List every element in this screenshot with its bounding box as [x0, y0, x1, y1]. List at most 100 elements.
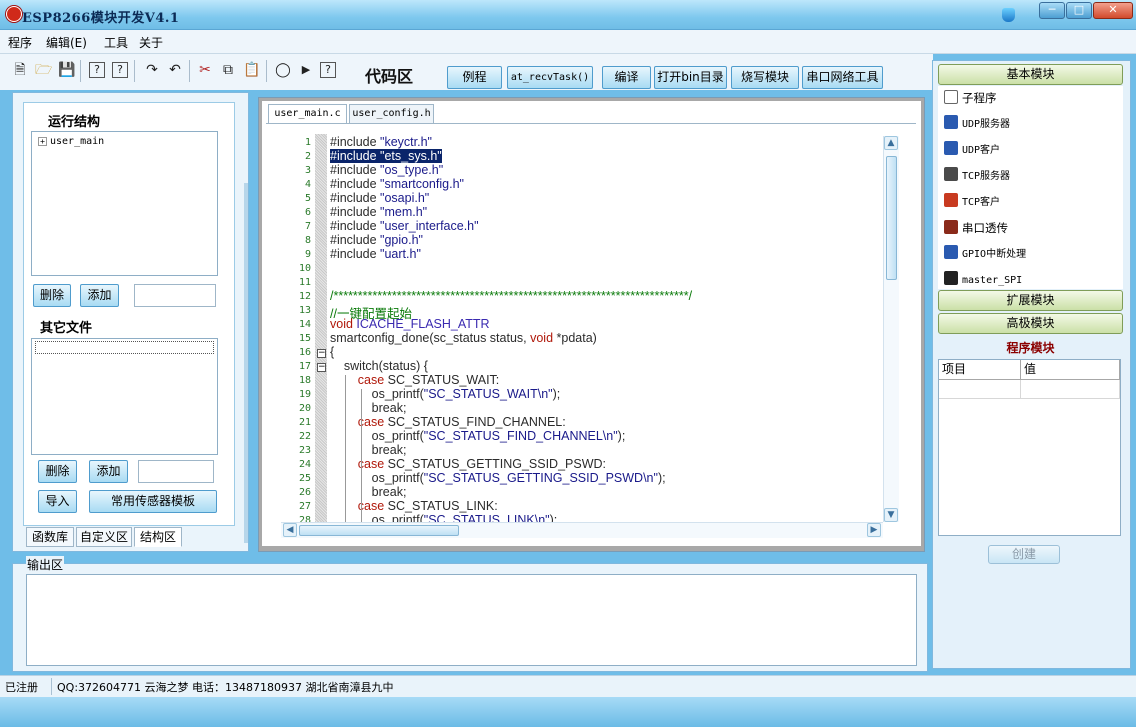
tab-structure-area[interactable]: 结构区 [134, 527, 182, 547]
sensor-template-button[interactable]: 常用传感器模板 [89, 490, 217, 513]
output-textbox[interactable] [26, 574, 917, 666]
line-number: 7 [304, 221, 311, 232]
module-item[interactable]: 串口透传 [944, 219, 1008, 237]
tab-user-main-c[interactable]: user_main.c [268, 104, 347, 124]
module-item[interactable]: UDP服务器 [944, 115, 1010, 133]
scroll-up-arrow-icon[interactable]: ▲ [884, 136, 898, 150]
fold-toggle-icon[interactable]: − [317, 363, 326, 372]
advanced-modules-header[interactable]: 高极模块 [938, 313, 1123, 334]
grid-header-item[interactable]: 项目 [939, 360, 1021, 380]
document-icon [944, 90, 958, 104]
code-line: switch(status) { [330, 359, 428, 373]
delete-structure-button[interactable]: 删除 [33, 284, 71, 307]
module-item[interactable]: 子程序 [944, 89, 997, 107]
menu-program[interactable]: 程序 [8, 34, 32, 51]
editor-horizontal-scrollbar[interactable]: ◀ ▶ [281, 522, 883, 538]
output-label: 输出区 [26, 556, 65, 573]
tree-item-user-main[interactable]: + user_main [38, 136, 104, 147]
fold-toggle-icon[interactable]: − [317, 349, 326, 358]
code-line: #include "os_type.h" [330, 163, 444, 177]
code-line: #include "user_interface.h" [330, 219, 479, 233]
code-line: #include "gpio.h" [330, 233, 423, 247]
run-arrow-icon[interactable]: ▶ [298, 62, 314, 78]
window-title: ESP8266模块开发V4.1 [22, 11, 180, 26]
grid-cell[interactable] [1021, 380, 1120, 399]
file-name-input[interactable] [138, 460, 214, 483]
flash-module-button[interactable]: 烧写模块 [731, 66, 799, 89]
about-help-icon[interactable]: ? [320, 62, 336, 78]
line-number: 19 [298, 389, 311, 400]
code-line: smartconfig_done(sc_status status, void … [330, 331, 597, 345]
module-item-label: UDP客户 [962, 145, 1001, 156]
tab-user-config-h[interactable]: user_config.h [349, 104, 434, 124]
save-icon[interactable]: 💾 [58, 62, 75, 78]
basic-modules-header[interactable]: 基本模块 [938, 64, 1123, 85]
scroll-down-arrow-icon[interactable]: ▼ [884, 508, 898, 522]
other-files-list[interactable] [31, 338, 218, 455]
code-line: #include "mem.h" [330, 205, 428, 219]
toolbar: 🗎 🗁 💾 ? ? ↷ ↶ ✂ ⧉ 📋 ◯ ▶ ? 代码区 例程 at_recv… [0, 54, 933, 90]
line-number: 28 [298, 515, 311, 522]
copy-icon[interactable]: ⧉ [220, 62, 236, 78]
grid-header-value[interactable]: 值 [1021, 360, 1120, 380]
add-structure-button[interactable]: 添加 [80, 284, 119, 307]
maximize-button[interactable]: □ [1066, 2, 1092, 19]
help-icon[interactable]: ? [89, 62, 105, 78]
line-number: 25 [298, 473, 311, 484]
create-button[interactable]: 创建 [988, 545, 1060, 564]
extended-modules-header[interactable]: 扩展模块 [938, 290, 1123, 311]
open-folder-icon[interactable]: 🗁 [35, 62, 52, 78]
expand-icon[interactable]: + [38, 136, 47, 146]
grid-cell[interactable] [939, 380, 1021, 399]
code-line: break; [330, 443, 407, 457]
users-icon [944, 193, 958, 207]
compile-button[interactable]: 编译 [602, 66, 651, 89]
module-item-label: GPIO中断处理 [962, 249, 1027, 260]
pin-icon[interactable] [1002, 8, 1015, 22]
context-help-icon[interactable]: ? [112, 62, 128, 78]
module-item-label: TCP客户 [962, 197, 1001, 208]
module-item[interactable]: GPIO中断处理 [944, 245, 1026, 263]
open-bin-dir-button[interactable]: 打开bin目录 [654, 66, 727, 89]
module-item[interactable]: TCP客户 [944, 193, 1000, 211]
delete-file-button[interactable]: 删除 [38, 460, 77, 483]
tab-function-library[interactable]: 函数库 [26, 527, 74, 547]
find-binoculars-icon[interactable]: ◯ [275, 62, 291, 78]
left-scrollbar[interactable] [244, 183, 248, 543]
import-button[interactable]: 导入 [38, 490, 77, 513]
scroll-right-arrow-icon[interactable]: ▶ [867, 523, 881, 537]
cut-icon[interactable]: ✂ [197, 62, 213, 78]
code-line: break; [330, 401, 407, 415]
close-button[interactable]: ✕ [1093, 2, 1133, 19]
redo-icon[interactable]: ↷ [144, 62, 160, 78]
line-number: 2 [304, 151, 311, 162]
code-editor[interactable]: 1 #include "keyctr.h" 2 #include "ets_sys.h… [279, 134, 899, 522]
menu-about[interactable]: 关于 [139, 34, 163, 51]
undo-icon[interactable]: ↶ [167, 62, 183, 78]
vertical-scroll-thumb[interactable] [886, 156, 897, 280]
module-item[interactable]: master_SPI [944, 271, 1022, 289]
gpio-icon [944, 245, 958, 259]
add-file-button[interactable]: 添加 [89, 460, 128, 483]
examples-button[interactable]: 例程 [447, 66, 502, 89]
paste-icon[interactable]: 📋 [243, 62, 260, 78]
editor-tab-divider [266, 123, 916, 124]
line-number: 1 [304, 137, 311, 148]
serial-network-tool-button[interactable]: 串口网络工具 [802, 66, 883, 89]
code-line: #include "keyctr.h" [330, 135, 432, 149]
menu-tools[interactable]: 工具 [104, 34, 128, 51]
editor-vertical-scrollbar[interactable]: ▲ ▼ [883, 136, 899, 522]
module-item[interactable]: UDP客户 [944, 141, 1000, 159]
at-recvtask-button[interactable]: at_recvTask() [507, 66, 593, 89]
horizontal-scroll-thumb[interactable] [299, 525, 459, 536]
network-icon [944, 141, 958, 155]
scroll-left-arrow-icon[interactable]: ◀ [283, 523, 297, 537]
property-grid[interactable]: 项目 值 [938, 359, 1121, 536]
minimize-button[interactable]: ─ [1039, 2, 1065, 19]
new-file-icon[interactable]: 🗎 [12, 62, 28, 78]
tab-custom-area[interactable]: 自定义区 [76, 527, 132, 547]
menu-edit[interactable]: 编辑(E) [46, 34, 87, 51]
structure-name-input[interactable] [134, 284, 216, 307]
module-item[interactable]: TCP服务器 [944, 167, 1010, 185]
code-line: os_printf("SC_STATUS_WAIT\n"); [330, 387, 561, 401]
